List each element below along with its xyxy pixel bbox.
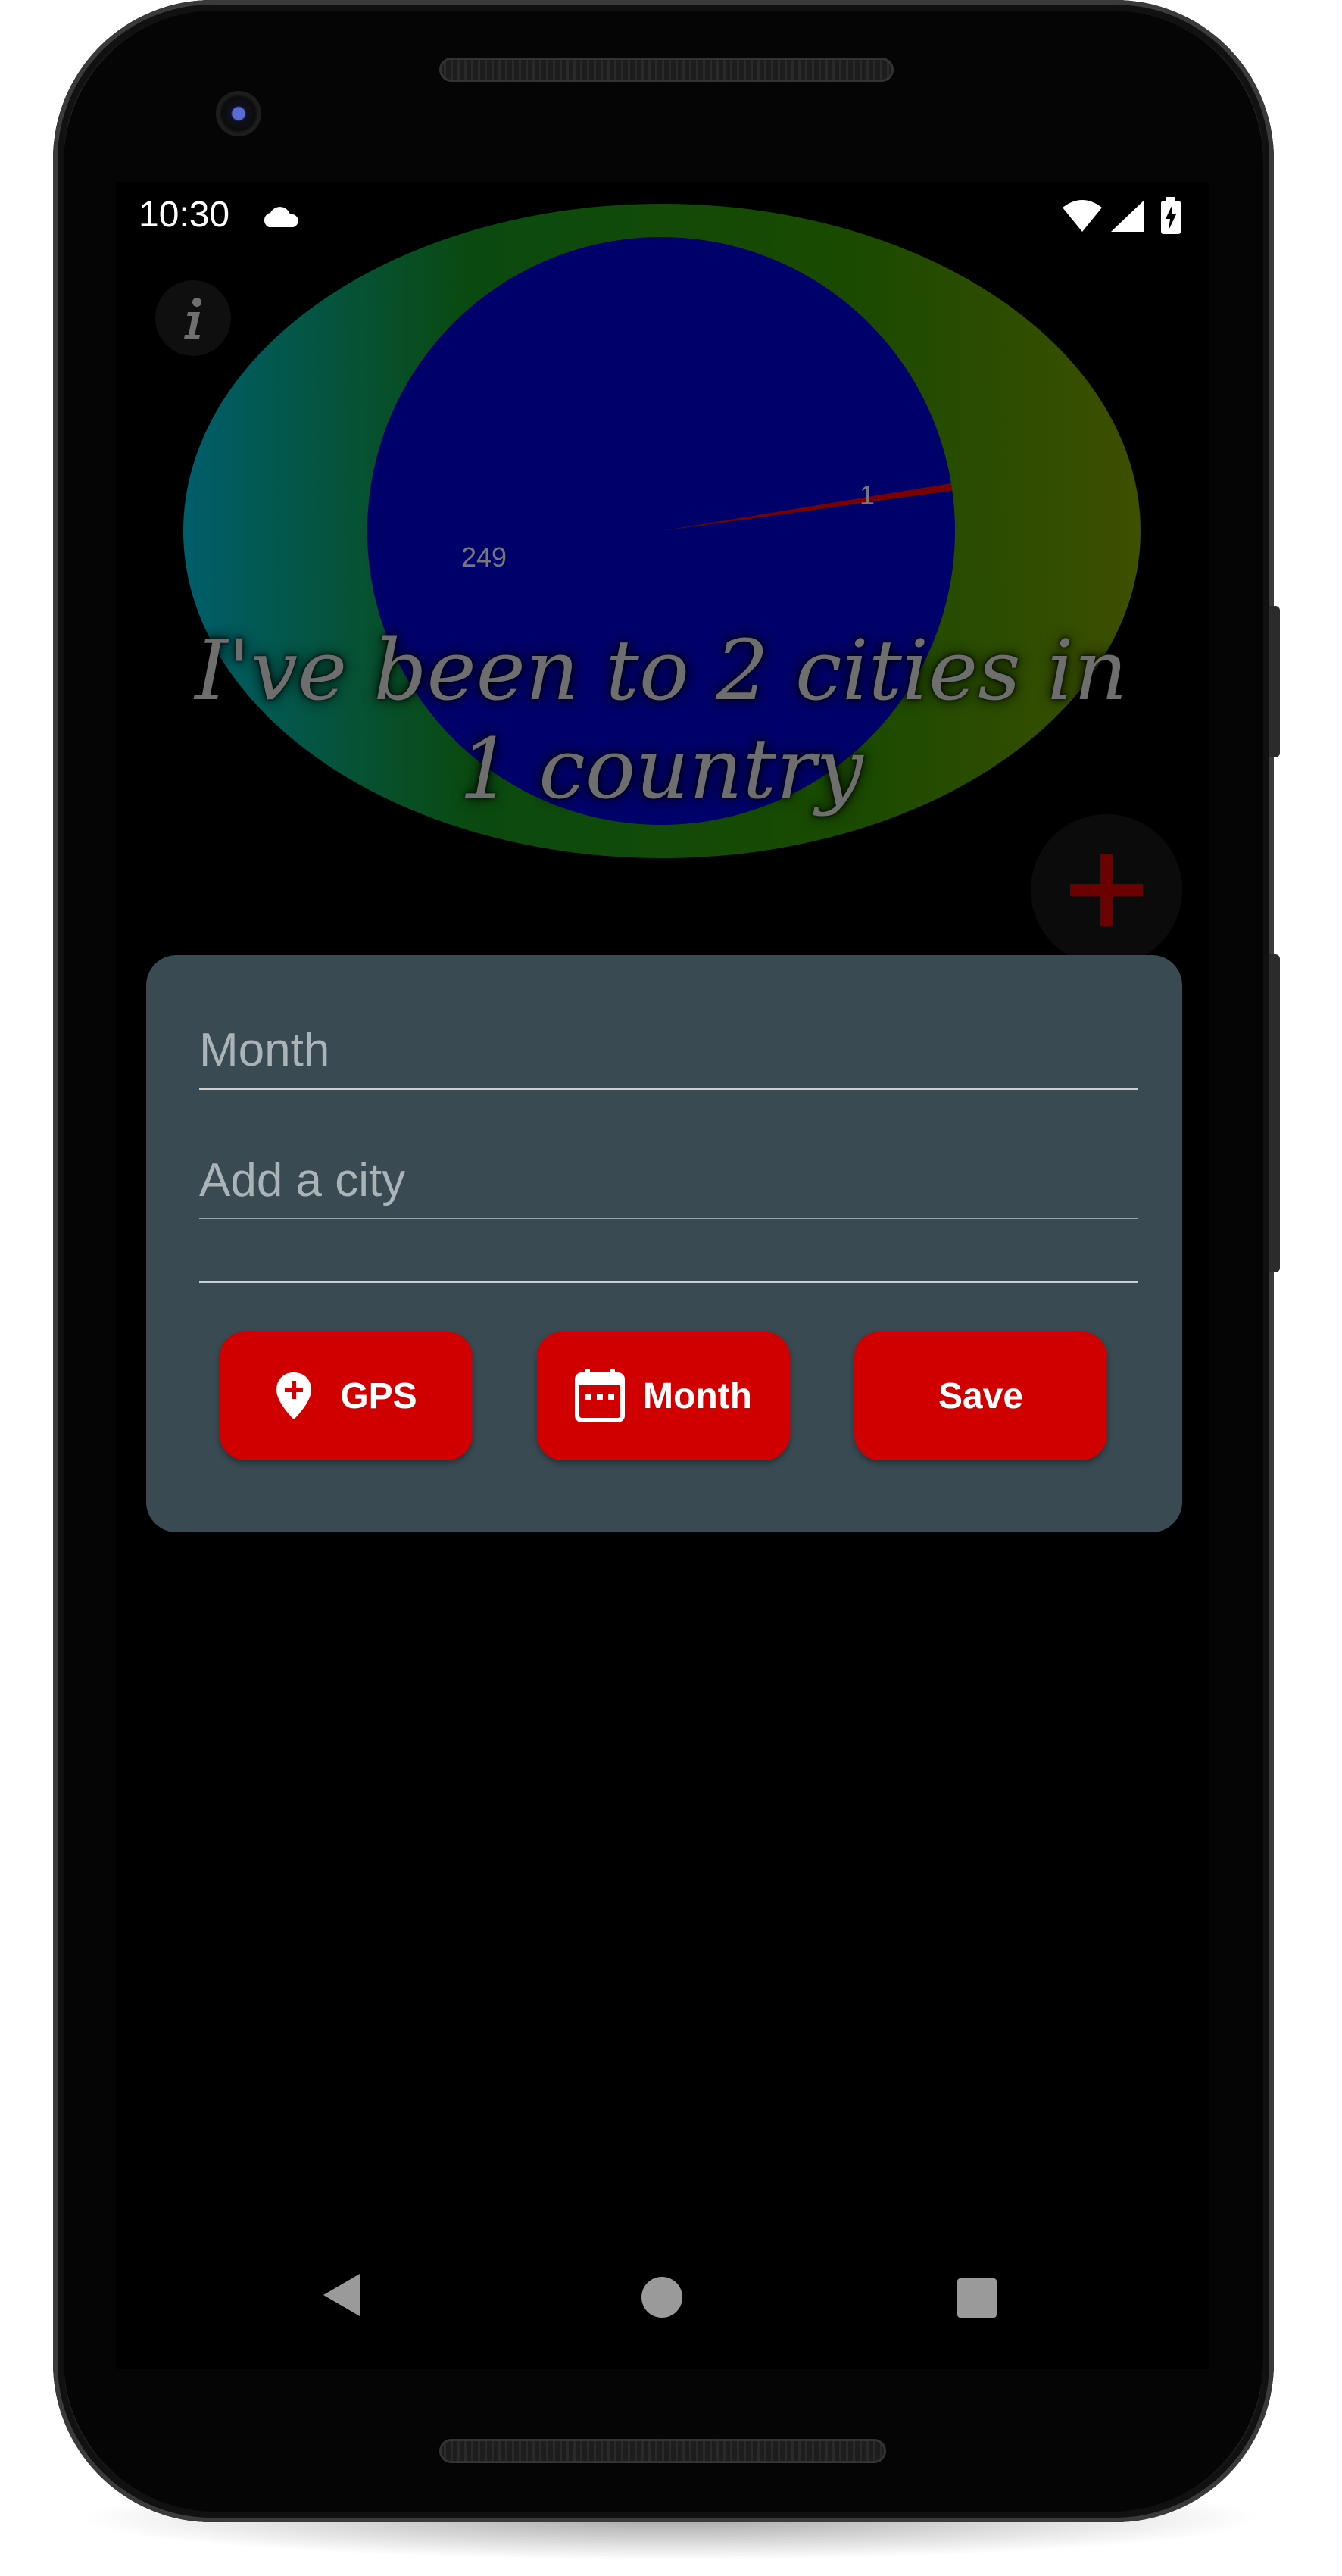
city-input-hint: Add a city (199, 1154, 406, 1207)
earpiece-speaker (439, 58, 894, 82)
month-button-label: Month (643, 1375, 752, 1416)
save-button-label: Save (938, 1375, 1024, 1416)
bottom-speaker (439, 2439, 886, 2463)
month-button[interactable]: Month (537, 1332, 790, 1460)
signal-icon (1111, 200, 1144, 232)
volume-button (1269, 606, 1280, 757)
cloud-icon (264, 207, 298, 227)
status-bar: 10:30 (116, 182, 1209, 251)
status-time: 10:30 (139, 195, 230, 235)
gps-button-label: GPS (340, 1375, 417, 1416)
slice-label-small: 1 (860, 479, 875, 511)
add-location-icon (276, 1372, 312, 1419)
info-button[interactable] (155, 280, 231, 356)
plus-icon (1070, 854, 1143, 926)
chart-title: I've been to 2 cities in 1 country (195, 622, 1128, 817)
save-button[interactable]: Save (854, 1332, 1107, 1460)
info-icon (184, 298, 201, 339)
add-city-form: Month Add a city GPS Month Save (146, 955, 1182, 1532)
screen: 249 1 I've been to 2 cities in 1 country… (116, 182, 1209, 2369)
home-icon[interactable] (641, 2277, 682, 2318)
front-camera (216, 91, 261, 136)
gps-button[interactable]: GPS (220, 1332, 473, 1460)
month-field-hint: Month (199, 1024, 330, 1076)
power-button (1269, 954, 1280, 1272)
month-field[interactable]: Month (199, 1019, 1138, 1090)
city-input-underline (199, 1281, 1138, 1283)
recents-icon[interactable] (957, 2278, 997, 2318)
slice-label-large: 249 (461, 542, 507, 573)
city-input[interactable]: Add a city (199, 1154, 1138, 1219)
battery-charging-icon (1161, 197, 1181, 234)
calendar-icon (575, 1369, 626, 1422)
wifi-icon (1063, 200, 1102, 232)
back-icon[interactable] (322, 2272, 361, 2318)
add-button[interactable] (1031, 814, 1182, 966)
